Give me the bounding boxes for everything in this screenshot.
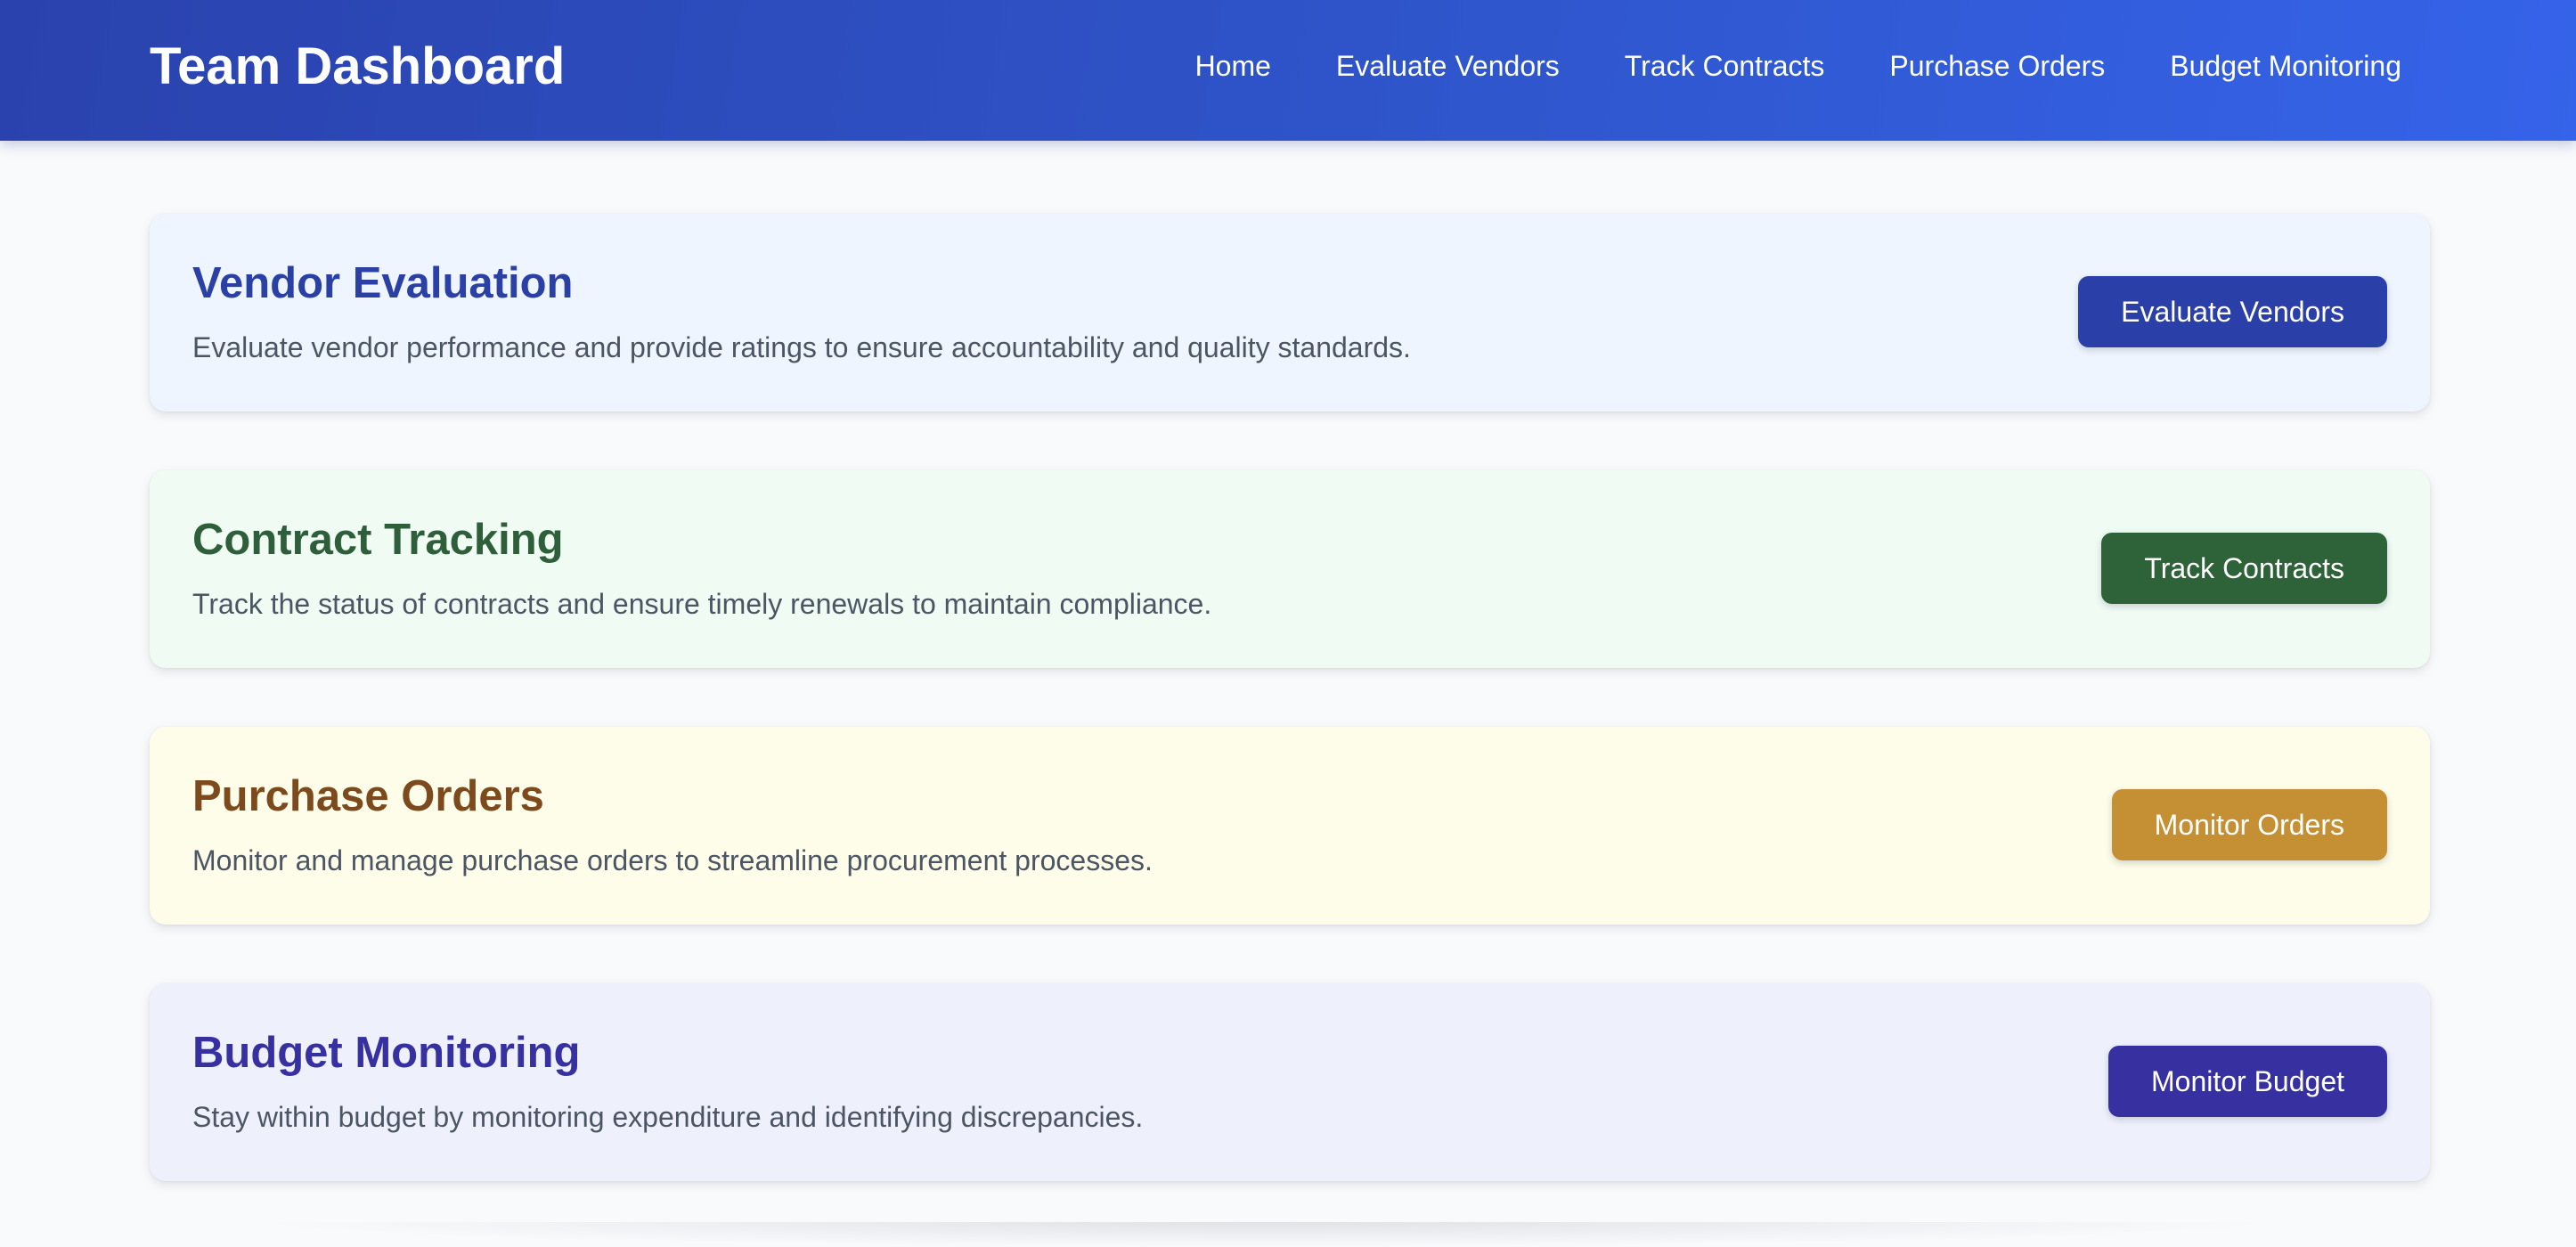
dashboard-title: Team Dashboard [150, 37, 566, 95]
top-header: Team Dashboard Home Evaluate Vendors Tra… [0, 0, 2576, 141]
card-title: Vendor Evaluation [192, 259, 574, 307]
nav-link-track-contracts[interactable]: Track Contracts [1625, 46, 1825, 86]
monitor-budget-button[interactable]: Monitor Budget [2107, 1046, 2387, 1117]
vendor-evaluation-card: Vendor Evaluation Evaluate vendor perfor… [150, 214, 2430, 412]
contract-tracking-card: Contract Tracking Track the status of co… [150, 470, 2430, 668]
purchase-orders-card: Purchase Orders Monitor and manage purch… [150, 727, 2430, 925]
card-description: Track the status of contracts and ensure… [192, 588, 1212, 620]
card-description: Monitor and manage purchase orders to st… [192, 844, 1153, 876]
card-description: Evaluate vendor performance and provide … [192, 331, 1411, 363]
budget-monitoring-card: Budget Monitoring Stay within budget by … [150, 983, 2430, 1181]
evaluate-vendors-button[interactable]: Evaluate Vendors [2078, 276, 2387, 347]
monitor-orders-button[interactable]: Monitor Orders [2111, 789, 2387, 860]
bottom-shadow [240, 1222, 2289, 1247]
nav-link-home[interactable]: Home [1195, 46, 1271, 86]
nav-link-budget-monitoring[interactable]: Budget Monitoring [2170, 46, 2401, 86]
card-title: Budget Monitoring [192, 1029, 581, 1077]
dashboard-cards: Vendor Evaluation Evaluate vendor perfor… [150, 214, 2430, 1240]
nav-link-evaluate-vendors[interactable]: Evaluate Vendors [1336, 46, 1560, 86]
card-title: Contract Tracking [192, 516, 564, 564]
nav-link-purchase-orders[interactable]: Purchase Orders [1889, 46, 2105, 86]
card-description: Stay within budget by monitoring expendi… [192, 1101, 1144, 1133]
card-title: Purchase Orders [192, 772, 544, 820]
main-nav: Home Evaluate Vendors Track Contracts Pu… [1195, 46, 2401, 86]
track-contracts-button[interactable]: Track Contracts [2101, 533, 2387, 604]
